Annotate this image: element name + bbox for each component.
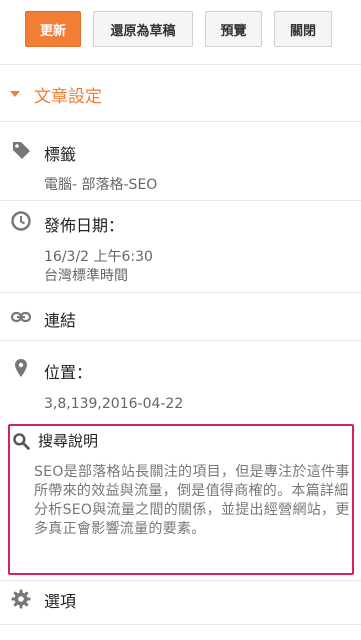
divider: [0, 121, 361, 122]
caret-down-icon: [10, 91, 20, 97]
update-button[interactable]: 更新: [25, 11, 81, 47]
editor-toolbar: 更新 還原為草稿 預覽 關閉: [0, 0, 361, 64]
search-description-text[interactable]: SEO是部落格站長關注的項目，但是專注於這件事所帶來的效益與流量，倒是值得商榷的…: [34, 463, 352, 539]
labels-heading[interactable]: 標籤: [44, 141, 76, 165]
clock-icon: [11, 211, 31, 231]
divider: [0, 624, 361, 625]
gear-icon: [11, 589, 31, 609]
divider: [0, 340, 361, 341]
link-heading[interactable]: 連結: [44, 307, 76, 331]
location-pin-icon: [15, 359, 27, 377]
publish-date-heading[interactable]: 發佈日期：: [44, 212, 124, 236]
location-value: 3,8,139,2016-04-22: [44, 396, 184, 412]
publish-date-value: 16/3/2 上午6:30: [44, 249, 153, 265]
divider: [0, 200, 361, 201]
location-heading[interactable]: 位置：: [44, 359, 92, 383]
divider: [0, 580, 361, 581]
post-settings-title: 文章設定: [34, 86, 102, 107]
link-icon: [10, 311, 32, 323]
preview-button[interactable]: 預覽: [205, 11, 262, 47]
search-icon: [13, 433, 30, 450]
divider: [0, 64, 361, 65]
labels-value: 電腦- 部落格-SEO: [44, 177, 158, 193]
post-settings-header[interactable]: 文章設定: [8, 82, 102, 107]
tag-icon: [13, 142, 30, 159]
close-button[interactable]: 關閉: [274, 11, 332, 47]
revert-to-draft-button[interactable]: 還原為草稿: [93, 11, 193, 47]
divider: [0, 292, 361, 293]
search-description-heading[interactable]: 搜尋說明: [38, 430, 98, 451]
options-heading[interactable]: 選項: [44, 588, 76, 612]
publish-timezone: 台灣標準時間: [44, 268, 128, 284]
